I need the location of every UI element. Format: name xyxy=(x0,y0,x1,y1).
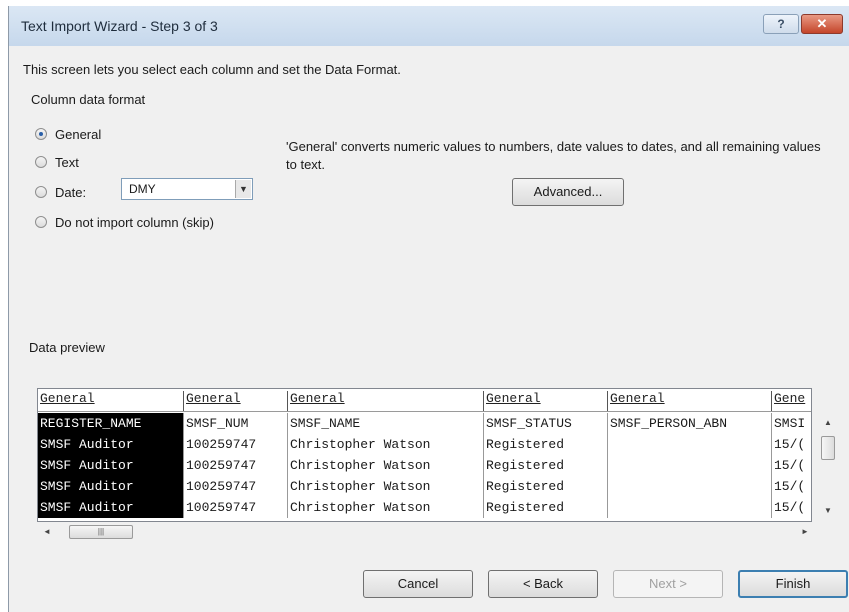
vertical-scroll-thumb[interactable] xyxy=(821,436,835,460)
format-description: 'General' converts numeric values to num… xyxy=(286,139,821,172)
table-cell[interactable]: 15/( xyxy=(771,476,811,497)
table-cell[interactable]: Christopher Watson xyxy=(287,497,483,518)
table-cell[interactable]: Christopher Watson xyxy=(287,476,483,497)
radio-text[interactable]: Text xyxy=(35,152,79,172)
table-cell[interactable]: SMSF_STATUS xyxy=(483,413,607,434)
data-preview-label: Data preview xyxy=(29,340,105,355)
table-cell[interactable]: 100259747 xyxy=(183,455,287,476)
radio-date-label: Date: xyxy=(55,184,87,200)
table-cell[interactable]: 15/( xyxy=(771,497,811,518)
table-cell[interactable] xyxy=(607,455,771,476)
vertical-scrollbar[interactable]: ▲ ▼ xyxy=(818,414,838,520)
table-cell[interactable]: 100259747 xyxy=(183,434,287,455)
table-cell-selected[interactable]: SMSF Auditor xyxy=(38,434,183,455)
table-cell-selected[interactable]: REGISTER_NAME xyxy=(38,413,183,434)
text-import-wizard-dialog: Text Import Wizard - Step 3 of 3 ? ✕ Thi… xyxy=(8,6,849,612)
scroll-up-arrow-icon[interactable]: ▲ xyxy=(824,418,832,427)
dialog-title: Text Import Wizard - Step 3 of 3 xyxy=(21,18,218,34)
table-cell[interactable]: Registered xyxy=(483,434,607,455)
table-cell[interactable]: Christopher Watson xyxy=(287,434,483,455)
table-cell[interactable]: SMSF_NUM xyxy=(183,413,287,434)
column-header[interactable]: General xyxy=(483,391,607,411)
data-preview-grid[interactable]: General General General General General … xyxy=(37,388,812,522)
column-header[interactable]: General xyxy=(183,391,287,411)
table-cell[interactable]: 15/( xyxy=(771,434,811,455)
advanced-button[interactable]: Advanced... xyxy=(512,178,624,206)
radio-skip[interactable]: Do not import column (skip) xyxy=(35,212,214,232)
table-cell[interactable] xyxy=(607,434,771,455)
table-cell[interactable]: 100259747 xyxy=(183,497,287,518)
table-cell[interactable]: Registered xyxy=(483,476,607,497)
table-cell[interactable] xyxy=(607,476,771,497)
column-header[interactable]: Gene xyxy=(771,391,811,411)
table-row: REGISTER_NAME SMSF_NUM SMSF_NAME SMSF_ST… xyxy=(38,413,811,434)
help-button[interactable]: ? xyxy=(763,14,799,34)
radio-button[interactable] xyxy=(35,156,47,168)
table-row: SMSF Auditor 100259747 Christopher Watso… xyxy=(38,497,811,518)
column-header[interactable]: General xyxy=(607,391,771,411)
radio-button[interactable] xyxy=(35,186,47,198)
intro-text: This screen lets you select each column … xyxy=(23,62,401,77)
table-cell-selected[interactable]: SMSF Auditor xyxy=(38,455,183,476)
cancel-button[interactable]: Cancel xyxy=(363,570,473,598)
column-header[interactable]: General xyxy=(38,391,183,411)
table-row: SMSF Auditor 100259747 Christopher Watso… xyxy=(38,455,811,476)
radio-skip-label: Do not import column (skip) xyxy=(55,214,214,230)
date-format-value: DMY xyxy=(129,182,156,196)
column-header-row: General General General General General … xyxy=(38,389,811,412)
table-cell-selected[interactable]: SMSF Auditor xyxy=(38,476,183,497)
radio-general[interactable]: General xyxy=(35,124,101,144)
title-bar[interactable]: Text Import Wizard - Step 3 of 3 ? ✕ xyxy=(9,6,849,46)
close-button[interactable]: ✕ xyxy=(801,14,843,34)
table-cell-selected[interactable]: SMSF Auditor xyxy=(38,497,183,518)
next-button[interactable]: Next > xyxy=(613,570,723,598)
table-cell[interactable]: Registered xyxy=(483,455,607,476)
table-cell[interactable]: 15/( xyxy=(771,455,811,476)
column-data-format-label: Column data format xyxy=(31,92,146,107)
table-cell[interactable]: SMSI xyxy=(771,413,811,434)
scroll-left-arrow-icon[interactable]: ◄ xyxy=(43,527,51,536)
date-format-select[interactable]: DMY ▼ xyxy=(121,178,253,200)
back-button[interactable]: < Back xyxy=(488,570,598,598)
table-cell[interactable]: Christopher Watson xyxy=(287,455,483,476)
horizontal-scrollbar[interactable]: ◄ ||| ► xyxy=(37,522,816,542)
radio-button[interactable] xyxy=(35,216,47,228)
table-row: SMSF Auditor 100259747 Christopher Watso… xyxy=(38,476,811,497)
chevron-down-icon[interactable]: ▼ xyxy=(235,180,251,198)
radio-date[interactable]: Date: xyxy=(35,182,86,202)
radio-text-label: Text xyxy=(55,154,79,170)
table-cell[interactable] xyxy=(607,497,771,518)
column-header[interactable]: General xyxy=(287,391,483,411)
radio-button-checked[interactable] xyxy=(35,128,47,140)
scroll-down-arrow-icon[interactable]: ▼ xyxy=(824,506,832,515)
horizontal-scroll-thumb[interactable]: ||| xyxy=(69,525,133,539)
table-cell[interactable]: SMSF_PERSON_ABN xyxy=(607,413,771,434)
scroll-right-arrow-icon[interactable]: ► xyxy=(801,527,809,536)
table-cell[interactable]: Registered xyxy=(483,497,607,518)
table-cell[interactable]: SMSF_NAME xyxy=(287,413,483,434)
radio-general-label: General xyxy=(55,126,102,142)
table-row: SMSF Auditor 100259747 Christopher Watso… xyxy=(38,434,811,455)
finish-button[interactable]: Finish xyxy=(738,570,848,598)
table-cell[interactable]: 100259747 xyxy=(183,476,287,497)
